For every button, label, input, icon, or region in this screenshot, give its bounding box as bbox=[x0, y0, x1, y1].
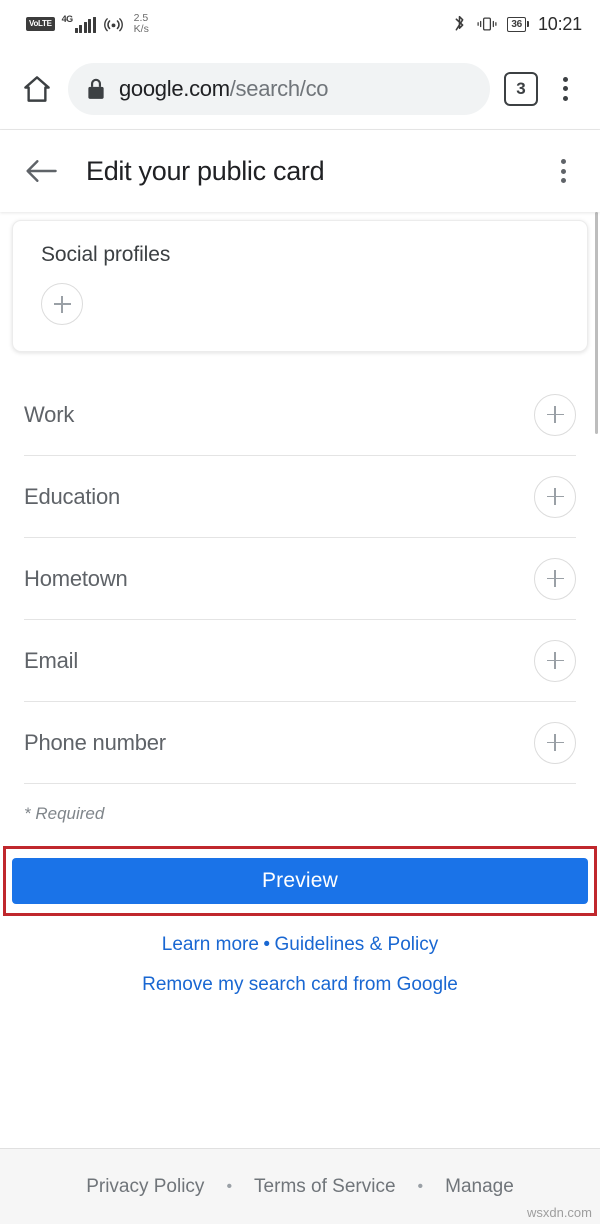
hotspot-icon bbox=[103, 14, 124, 35]
page-title: Edit your public card bbox=[86, 155, 325, 186]
field-row-hometown[interactable]: Hometown bbox=[24, 538, 576, 620]
help-links-line-2: Remove my search card from Google bbox=[0, 974, 600, 996]
field-rows: Work Education Hometown Email Phone numb… bbox=[0, 374, 600, 784]
browser-toolbar: google.com/search/co 3 bbox=[0, 48, 600, 130]
url-path: /search/co bbox=[229, 75, 329, 101]
network-type-label: 4G bbox=[61, 14, 74, 24]
learn-more-link[interactable]: Learn more bbox=[162, 934, 259, 955]
footer-separator: • bbox=[226, 1177, 233, 1195]
terms-of-service-link[interactable]: Terms of Service bbox=[254, 1176, 395, 1198]
field-row-phone-number[interactable]: Phone number bbox=[24, 702, 576, 784]
manage-link[interactable]: Manage bbox=[445, 1176, 514, 1198]
browser-overflow-menu-icon[interactable] bbox=[552, 72, 578, 106]
clock: 10:21 bbox=[537, 13, 582, 34]
battery-icon: 36 bbox=[507, 16, 529, 32]
link-separator: • bbox=[263, 934, 271, 955]
network-speed-indicator: 2.5 K/s bbox=[134, 13, 149, 35]
field-label: Phone number bbox=[24, 729, 166, 755]
add-hometown-button[interactable] bbox=[534, 557, 576, 600]
vibrate-icon bbox=[476, 14, 498, 34]
page-overflow-menu-icon[interactable] bbox=[550, 154, 576, 188]
add-work-button[interactable] bbox=[534, 393, 576, 436]
preview-button-zone: Preview bbox=[0, 846, 600, 916]
field-label: Work bbox=[24, 401, 75, 427]
add-email-button[interactable] bbox=[534, 639, 576, 682]
signal-bars-icon: 4G bbox=[62, 15, 96, 33]
privacy-policy-link[interactable]: Privacy Policy bbox=[86, 1176, 204, 1198]
tab-count-label: 3 bbox=[516, 78, 526, 98]
form-content: Social profiles Work Education Hometown … bbox=[0, 212, 600, 1148]
status-bar-right: 36 10:21 bbox=[452, 14, 582, 35]
field-label: Hometown bbox=[24, 565, 128, 591]
status-bar-left: VoLTE 4G 2.5 K/s bbox=[26, 13, 149, 35]
signal-strength-bars bbox=[74, 17, 96, 33]
network-speed-unit: K/s bbox=[133, 23, 149, 35]
address-bar[interactable]: google.com/search/co bbox=[68, 62, 490, 115]
lock-icon bbox=[86, 77, 106, 101]
bluetooth-icon bbox=[452, 14, 467, 35]
battery-level-label: 36 bbox=[507, 16, 526, 32]
volte-badge: VoLTE bbox=[26, 17, 55, 31]
field-row-work[interactable]: Work bbox=[24, 374, 576, 456]
add-education-button[interactable] bbox=[534, 475, 576, 518]
back-arrow-icon[interactable] bbox=[24, 156, 58, 186]
page-header: Edit your public card bbox=[0, 130, 600, 212]
field-row-education[interactable]: Education bbox=[24, 456, 576, 538]
status-bar: VoLTE 4G 2.5 K/s 36 10:21 bbox=[0, 0, 600, 48]
field-row-email[interactable]: Email bbox=[24, 620, 576, 702]
field-label: Education bbox=[24, 483, 121, 509]
required-note: * Required bbox=[24, 804, 105, 823]
url-domain: google.com bbox=[119, 75, 230, 101]
page-footer: Privacy Policy • Terms of Service • Mana… bbox=[0, 1148, 600, 1224]
tab-switcher-button[interactable]: 3 bbox=[504, 71, 538, 106]
battery-cap bbox=[526, 21, 529, 27]
watermark: wsxdn.com bbox=[526, 1205, 592, 1220]
social-profiles-card: Social profiles bbox=[12, 220, 588, 352]
vertical-scrollbar[interactable] bbox=[595, 212, 598, 434]
add-phone-number-button[interactable] bbox=[534, 721, 576, 764]
url-text: google.com/search/co bbox=[119, 76, 328, 102]
phone-screen: VoLTE 4G 2.5 K/s 36 10:21 google.com/sea… bbox=[0, 0, 600, 1224]
footer-separator: • bbox=[417, 1177, 424, 1195]
remove-search-card-link[interactable]: Remove my search card from Google bbox=[142, 974, 458, 995]
home-icon[interactable] bbox=[20, 72, 54, 106]
field-label: Email bbox=[24, 647, 79, 673]
preview-button[interactable]: Preview bbox=[12, 858, 588, 904]
guidelines-policy-link[interactable]: Guidelines & Policy bbox=[275, 934, 439, 955]
help-links: Learn more • Guidelines & Policy Remove … bbox=[0, 934, 600, 996]
add-social-profile-button[interactable] bbox=[41, 283, 83, 325]
help-links-line-1: Learn more • Guidelines & Policy bbox=[0, 934, 600, 956]
social-profiles-title: Social profiles bbox=[41, 243, 171, 266]
